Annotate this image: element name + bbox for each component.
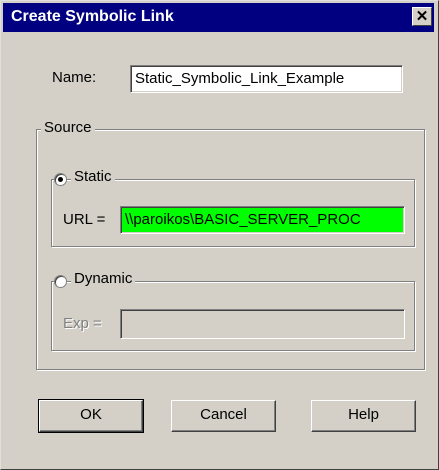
source-group-label: Source (41, 119, 95, 136)
exp-label: Exp = (63, 315, 102, 332)
exp-input (120, 309, 405, 339)
static-radio-label[interactable]: Static (71, 168, 115, 185)
dynamic-radio[interactable] (54, 275, 67, 288)
title-bar: Create Symbolic Link ✕ (3, 3, 434, 32)
radio-selected-dot (58, 177, 63, 182)
close-icon[interactable]: ✕ (412, 7, 432, 26)
window-title: Create Symbolic Link (11, 8, 174, 25)
cancel-button[interactable]: Cancel (171, 400, 276, 432)
url-label: URL = (63, 211, 106, 228)
help-button[interactable]: Help (311, 400, 416, 432)
static-radio[interactable] (54, 173, 67, 186)
name-input[interactable]: Static_Symbolic_Link_Example (130, 65, 403, 93)
url-input[interactable]: \\paroikos\BASIC_SERVER_PROC (120, 206, 405, 234)
dynamic-radio-label[interactable]: Dynamic (71, 270, 136, 287)
ok-button[interactable]: OK (38, 399, 144, 433)
name-label: Name: (52, 69, 97, 86)
create-symbolic-link-dialog: Create Symbolic Link ✕ Name: Static_Symb… (0, 0, 439, 470)
